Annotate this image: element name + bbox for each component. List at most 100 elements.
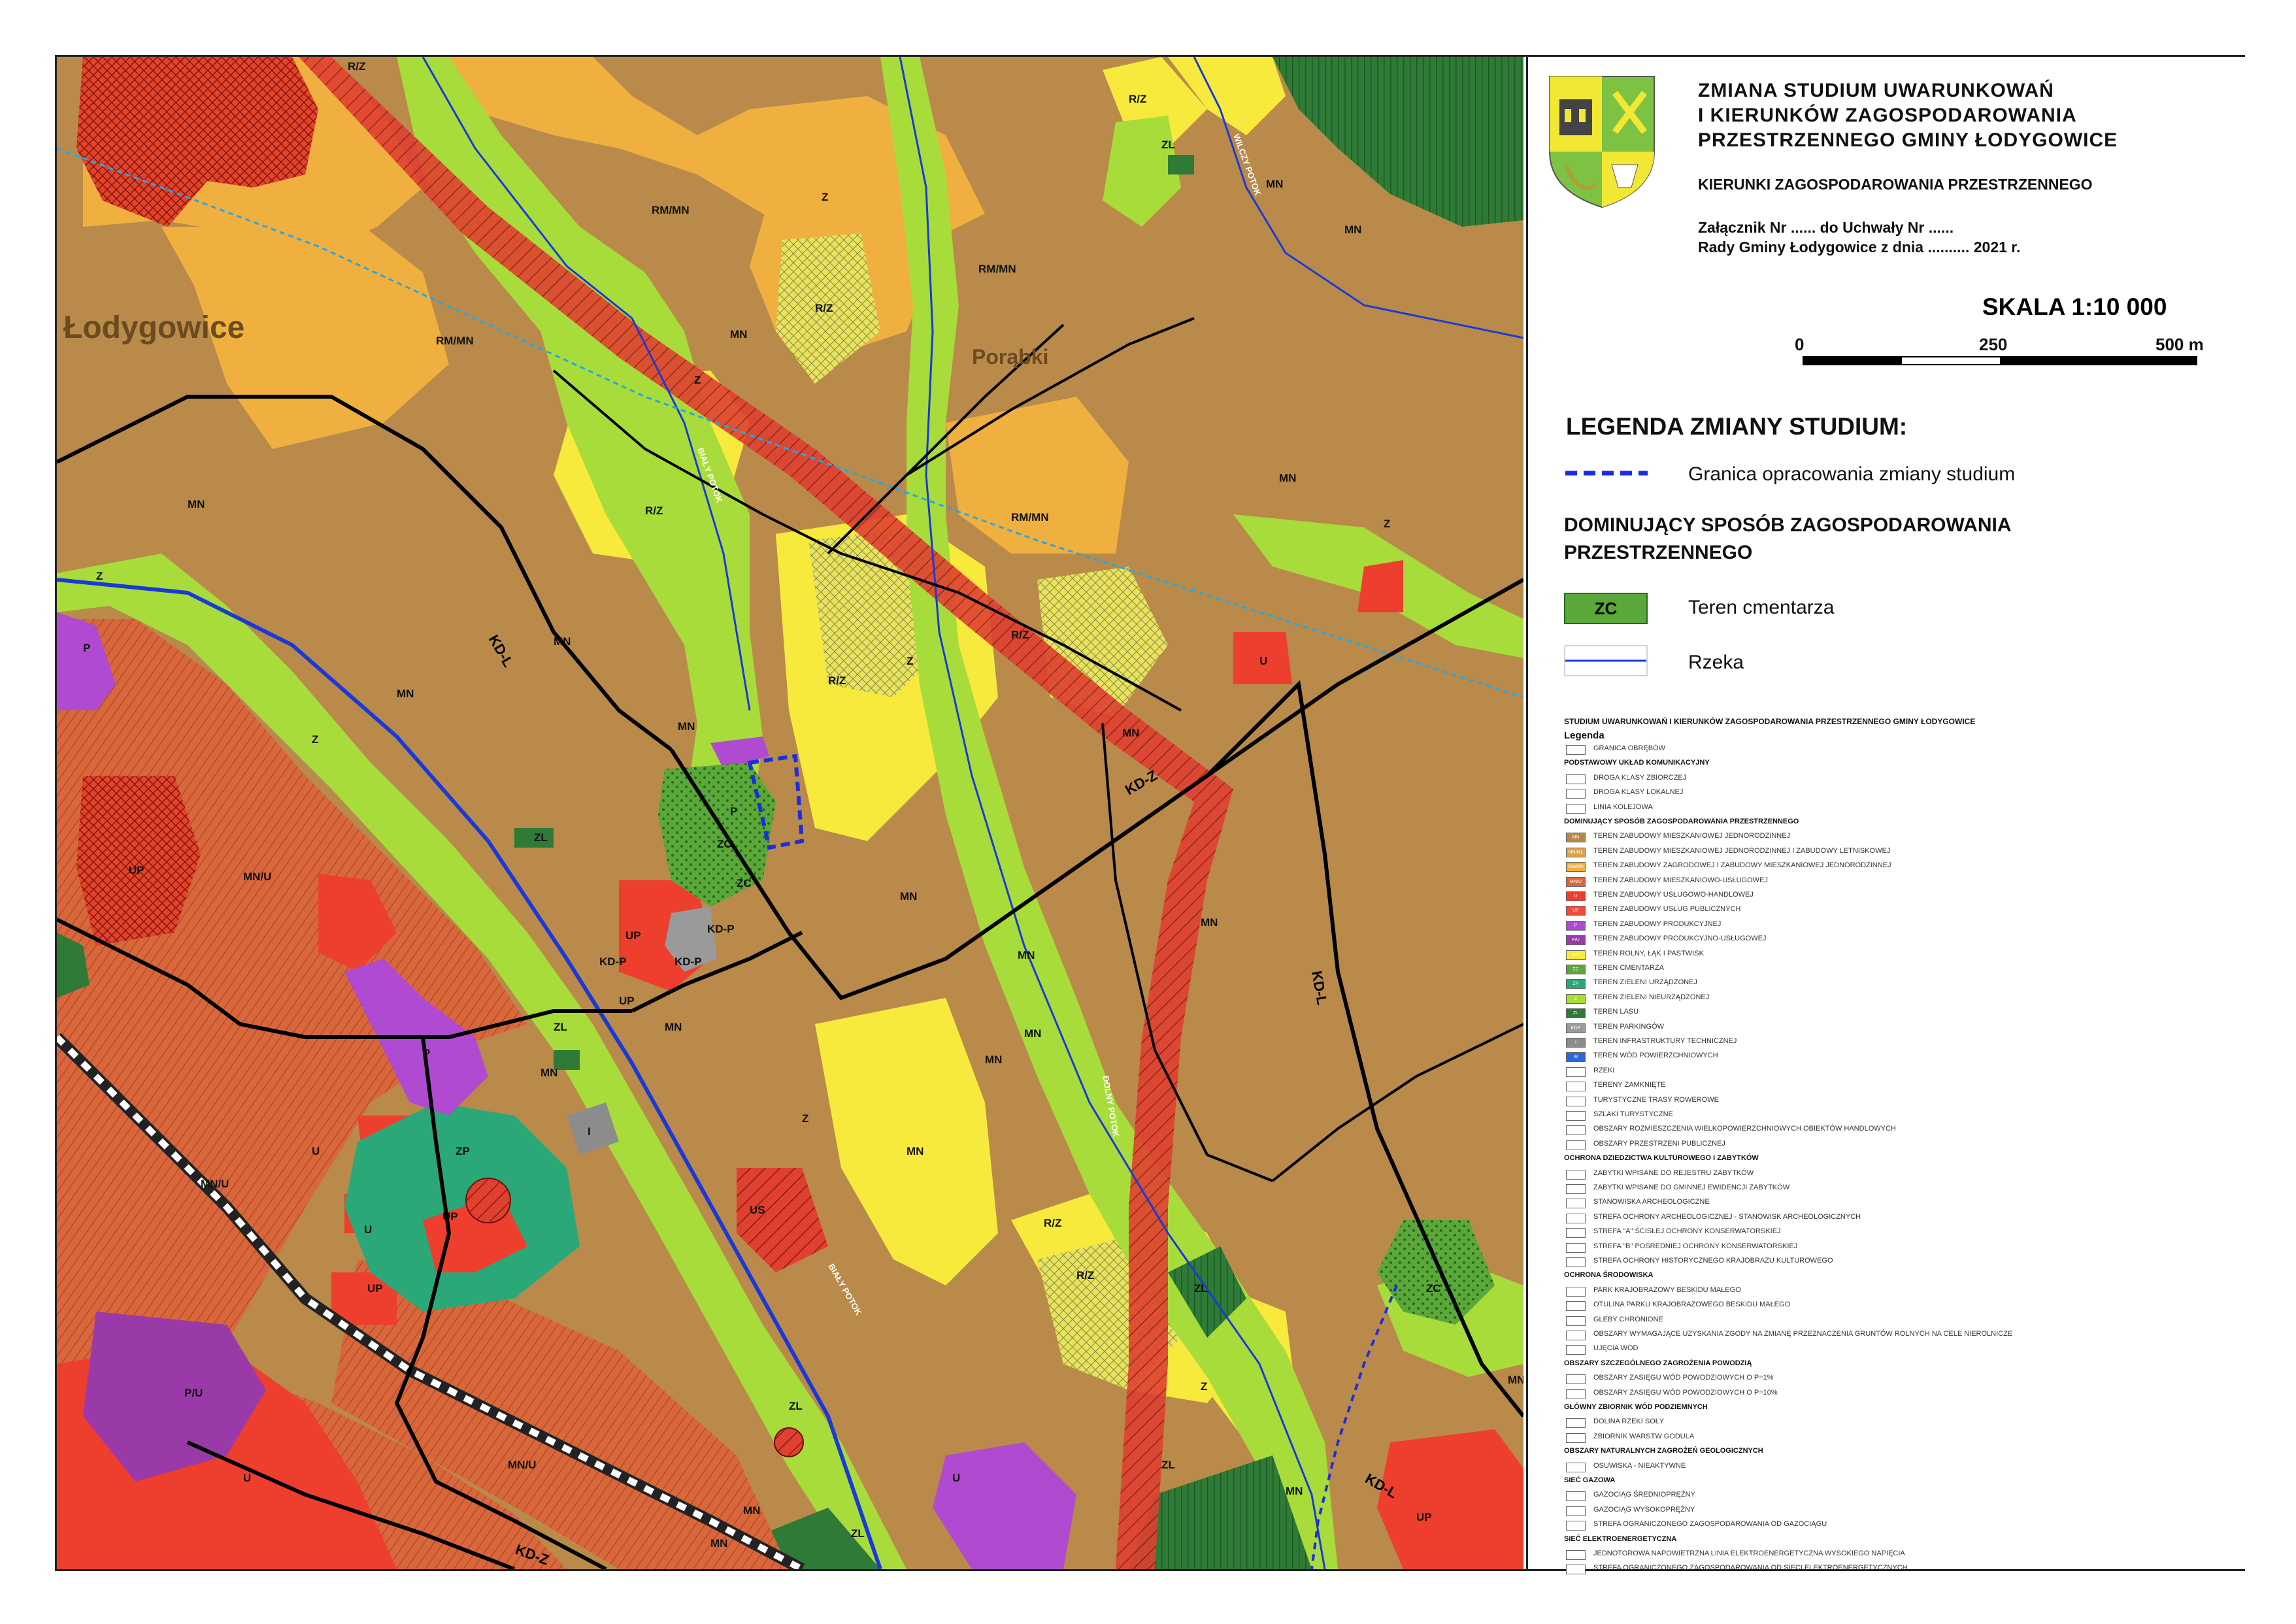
zone-label: RM/MN: [652, 204, 690, 216]
zone-label: U: [312, 1145, 320, 1157]
zone-label: R/Z: [348, 60, 365, 73]
zone-label: ZC: [737, 877, 752, 889]
legend-item: TEREN LASU: [1593, 1008, 1639, 1016]
legend-section-heading: OBSZARY SZCZEGÓLNEGO ZAGROŻENIA POWODZIĄ: [1564, 1359, 1752, 1367]
attachment-line-2: Rady Gminy Łodygowice z dnia .......... …: [1698, 239, 2021, 256]
studium-legend-title: STUDIUM UWARUNKOWAŃ I KIERUNKÓW ZAGOSPOD…: [1564, 717, 1976, 726]
legend-swatch: [1566, 1389, 1586, 1399]
legend-swatch: [1566, 1184, 1586, 1194]
legend-section-heading: SIEĆ GAZOWA: [1564, 1476, 1616, 1484]
legend-item: TEREN ZABUDOWY PRODUKCYJNEJ: [1593, 920, 1722, 928]
zone-label: ZL: [1161, 139, 1175, 151]
legend-section-heading: GŁÓWNY ZBIORNIK WÓD PODZIEMNYCH: [1564, 1403, 1708, 1411]
title-line-1: ZMIANA STUDIUM UWARUNKOWAŃ: [1698, 80, 2054, 101]
legend-swatch: [1566, 1096, 1586, 1106]
zone-label: UP: [367, 1282, 383, 1295]
zone-label: Z: [822, 191, 828, 203]
map-svg: Łodygowice Porąbki KD-L KD-Z KD-L KD-L K…: [57, 57, 1523, 1569]
legend-swatch: [1566, 1213, 1586, 1223]
legend-section-heading: DOMINUJĄCY SPOSÓB ZAGOSPODAROWANIA PRZES…: [1564, 818, 1799, 825]
zone-label: MN: [541, 1067, 557, 1079]
legend-swatch: [1566, 1228, 1586, 1238]
zone-label: RM/MN: [978, 263, 1016, 275]
legend-dominant-heading-2: PRZESTRZENNEGO: [1564, 542, 1753, 563]
map-canvas[interactable]: Łodygowice Porąbki KD-L KD-Z KD-L KD-L K…: [57, 57, 1523, 1569]
legend-cemetery-label: Teren cmentarza: [1688, 597, 1835, 618]
legend-swatch: R/Z: [1566, 950, 1586, 960]
legend-swatch: U: [1566, 891, 1586, 901]
legend-item: ZABYTKI WPISANE DO REJESTRU ZABYTKÓW: [1593, 1168, 1754, 1177]
zone-label: Z: [1201, 1380, 1207, 1393]
map-road-label-kdp1: KD-P: [707, 923, 735, 935]
legend-item: STREFA OCHRONY HISTORYCZNEGO KRAJOBRAZU …: [1593, 1257, 1833, 1265]
zone-label: MN: [554, 635, 571, 648]
legend-swatch: [1566, 803, 1586, 814]
zone-label: MN: [730, 328, 747, 340]
zone-label: R/Z: [1044, 1217, 1061, 1229]
legend-swatch: [1566, 1565, 1586, 1575]
legend-item: TEREN ZABUDOWY MIESZKANIOWEJ JEDNORODZIN…: [1593, 832, 1791, 840]
legend-swatch: [1566, 1257, 1586, 1267]
zone-label: MN: [1508, 1374, 1523, 1386]
map-town-label: Łodygowice: [63, 310, 244, 345]
coat-of-arms-icon: [1549, 76, 1655, 208]
legend-swatch: [1566, 1418, 1586, 1429]
zone-label: UP: [129, 864, 144, 876]
legend-item: TEREN ZIELENI NIEURZĄDZONEJ: [1593, 993, 1710, 1001]
zone-label: R/Z: [815, 302, 833, 314]
legend-swatch: ZC: [1566, 965, 1586, 974]
legend-item: GAZOCIĄG ŚREDNIOPRĘŻNY: [1593, 1491, 1695, 1499]
legend-item: STANOWISKA ARCHEOLOGICZNE: [1593, 1198, 1710, 1206]
legend-item: OBSZARY ROZMIESZCZENIA WIELKOPOWIERZCHNI…: [1593, 1125, 1896, 1133]
legend-swatch: RM/MN: [1566, 862, 1586, 872]
zone-label: MN: [1266, 178, 1283, 190]
legend-swatch: [1566, 1169, 1586, 1180]
zone-label: U: [952, 1472, 960, 1484]
legend-item: PARK KRAJOBRAZOWY BESKIDU MAŁEGO: [1593, 1285, 1741, 1294]
zone-label: MN: [665, 1021, 682, 1033]
legend-section-heading: OBSZARY NATURALNYCH ZAGROŻEŃ GEOLOGICZNY…: [1564, 1447, 1763, 1455]
legend-section-heading: OCHRONA DZIEDZICTWA KULTUROWEGO I ZABYTK…: [1564, 1154, 1759, 1163]
legend-swatch: [1566, 745, 1586, 755]
legend-swatch: [1566, 1286, 1586, 1297]
legend-item: TEREN ZABUDOWY PRODUKCYJNO-USŁUGOWEJ: [1593, 935, 1767, 943]
zone-label: US: [750, 1204, 765, 1216]
zone-label: MN: [1122, 727, 1139, 739]
legend-swatch: P/U: [1566, 935, 1586, 946]
legend-boundary-label: Granica opracowania zmiany studium: [1688, 463, 2016, 485]
zone-label: ZL: [554, 1021, 567, 1033]
legend-item: SZLAKI TURYSTYCZNE: [1593, 1110, 1673, 1118]
zone-label: UP: [619, 995, 635, 1007]
zone-label: ZL: [789, 1400, 803, 1412]
zone-label: MN: [678, 720, 695, 733]
legend-swatch: [1566, 1199, 1586, 1209]
boundary-line-symbol: [1565, 471, 1648, 476]
zone-label: MN/U: [243, 870, 271, 883]
legend-swatch: [1566, 1491, 1586, 1502]
legend-swatch: [1566, 1433, 1586, 1443]
zone-label: Z: [907, 655, 913, 667]
title-line-3: PRZESTRZENNEGO GMINY ŁODYGOWICE: [1698, 129, 2118, 151]
legend-item: OBSZARY WYMAGAJĄCE UZYSKANIA ZGODY NA ZM…: [1593, 1330, 2013, 1338]
legend-swatch: UP: [1566, 906, 1586, 916]
zone-label: MN: [1201, 916, 1218, 929]
legend-swatch: Z: [1566, 993, 1586, 1004]
zone-label: MN: [907, 1145, 923, 1157]
legend-change-heading: LEGENDA ZMIANY STUDIUM:: [1566, 413, 1908, 440]
legend-item: TEREN CMENTARZA: [1593, 964, 1664, 972]
legend-item: TERENY ZAMKNIĘTE: [1593, 1081, 1666, 1089]
zone-label: I: [588, 1125, 591, 1138]
legend-item: OBSZARY PRZESTRZENI PUBLICZNEJ: [1593, 1139, 1725, 1148]
legend-section-heading: PODSTAWOWY UKŁAD KOMUNIKACYJNY: [1564, 759, 1710, 767]
zone-label: RM/MN: [1011, 511, 1049, 523]
zone-label: MN: [743, 1504, 760, 1517]
studium-legend-label: Legenda: [1564, 730, 1605, 741]
zone-label: MN: [397, 688, 414, 700]
legend-swatch: [1566, 1345, 1586, 1355]
legend-item: UJĘCIA WÓD: [1593, 1344, 1639, 1353]
legend-item: TEREN ZABUDOWY MIESZKANIOWEJ JEDNORODZIN…: [1593, 846, 1891, 855]
legend-item: ZBIORNIK WARSTW GODULA: [1593, 1432, 1695, 1440]
attachment-line-1: Załącznik Nr ...... do Uchwały Nr ......: [1698, 219, 1954, 236]
zone-label: P/U: [184, 1387, 203, 1399]
legend-item: STREFA OGRANICZONEGO ZAGOSPODAROWANIA OD…: [1593, 1520, 1827, 1529]
